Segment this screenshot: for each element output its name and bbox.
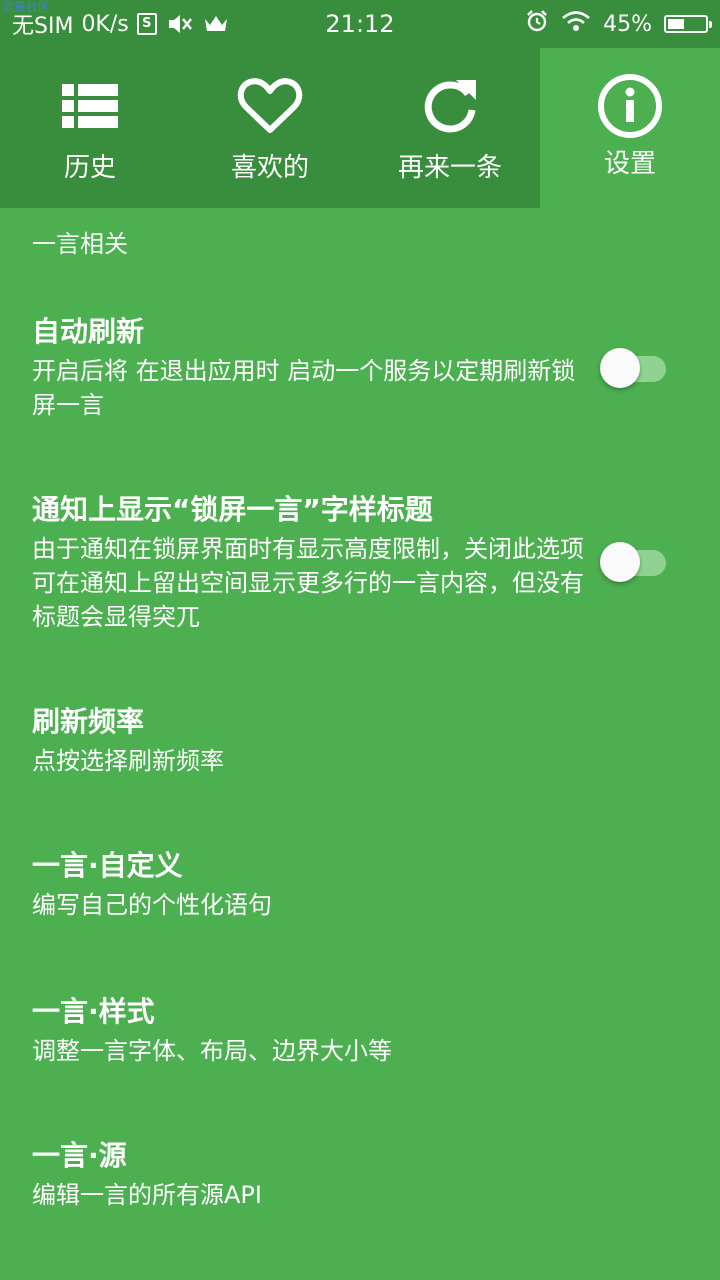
pref-auto-refresh[interactable]: 自动刷新 开启后将 在退出应用时 启动一个服务以定期刷新锁屏一言 <box>32 312 592 422</box>
pref-summary: 点按选择刷新频率 <box>32 747 224 775</box>
battery-icon <box>664 15 712 33</box>
pref-title: 一言·源 <box>32 1139 127 1172</box>
pref-summary: 由于通知在锁屏界面时有显示高度限制，关闭此选项可在通知上留出空间显示更多行的一言… <box>32 535 584 631</box>
info-icon <box>598 74 662 138</box>
tab-history[interactable]: 历史 <box>0 48 180 208</box>
pref-refresh-frequency[interactable]: 刷新频率 点按选择刷新频率 <box>32 702 592 778</box>
tab-settings[interactable]: 设置 <box>540 48 720 208</box>
list-icon <box>62 84 118 128</box>
battery-percent: 45% <box>603 11 652 37</box>
tab-favorites[interactable]: 喜欢的 <box>180 48 360 208</box>
tab-favorites-label: 喜欢的 <box>230 153 309 183</box>
auto-refresh-switch[interactable] <box>600 346 668 388</box>
battery-level-fill <box>668 19 684 29</box>
tab-bar: 历史 喜欢的 再来一条 设置 <box>0 48 720 208</box>
pref-show-title[interactable]: 通知上显示“锁屏一言”字样标题 由于通知在锁屏界面时有显示高度限制，关闭此选项可… <box>32 490 592 634</box>
tab-another-label: 再来一条 <box>397 153 502 183</box>
watermark: 流量社区 <box>2 0 51 14</box>
show-title-switch[interactable] <box>600 540 668 582</box>
pref-source[interactable]: 一言·源 编辑一言的所有源API <box>32 1136 592 1212</box>
pref-summary: 编写自己的个性化语句 <box>32 891 272 919</box>
section-header: 一言相关 <box>32 230 128 258</box>
switch-thumb <box>600 348 640 388</box>
tab-another[interactable]: 再来一条 <box>360 48 540 208</box>
alarm-icon <box>525 9 549 39</box>
status-bar: 无SIM 0K/s S 21:12 45% <box>0 0 720 48</box>
wifi-icon <box>561 10 591 38</box>
pref-summary: 编辑一言的所有源API <box>32 1181 262 1209</box>
pref-style[interactable]: 一言·样式 调整一言字体、布局、边界大小等 <box>32 992 592 1068</box>
pref-title: 自动刷新 <box>32 315 145 348</box>
switch-thumb <box>600 542 640 582</box>
pref-title: 通知上显示“锁屏一言”字样标题 <box>32 493 433 526</box>
heart-icon <box>237 78 303 133</box>
pref-summary: 调整一言字体、布局、边界大小等 <box>32 1037 392 1065</box>
pref-summary: 开启后将 在退出应用时 启动一个服务以定期刷新锁屏一言 <box>32 357 576 419</box>
status-bar-right: 45% <box>513 0 712 48</box>
tab-history-label: 历史 <box>63 153 116 183</box>
pref-title: 刷新频率 <box>32 705 145 738</box>
tab-settings-label: 设置 <box>603 149 656 179</box>
pref-custom[interactable]: 一言·自定义 编写自己的个性化语句 <box>32 846 592 922</box>
refresh-icon <box>424 80 476 133</box>
pref-title: 一言·自定义 <box>32 849 183 882</box>
pref-title: 一言·样式 <box>32 995 155 1028</box>
